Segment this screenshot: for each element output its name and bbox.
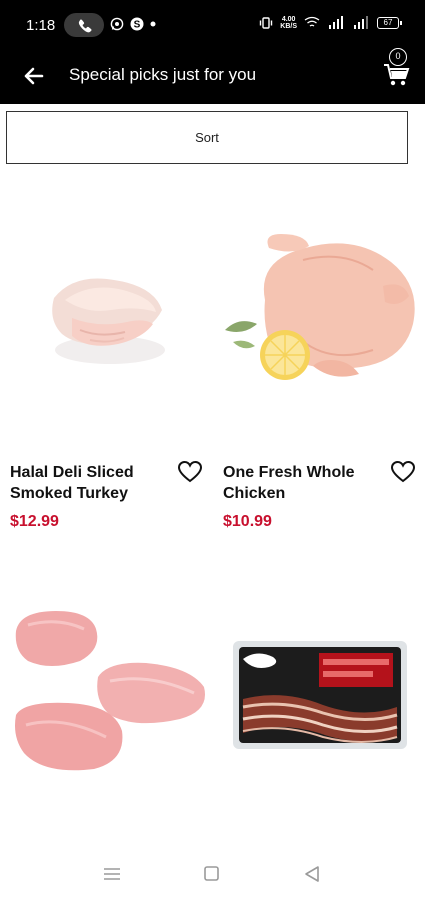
product-image-bacon-package[interactable] [223, 595, 423, 845]
sort-button[interactable]: Sort [6, 111, 408, 164]
arrow-left-icon [24, 67, 44, 85]
product-image-whole-chicken[interactable] [223, 190, 423, 440]
status-time: 1:18 [26, 17, 56, 34]
triangle-back-icon [305, 866, 319, 882]
skype-icon: S [130, 17, 144, 31]
product-name[interactable]: Halal Deli Sliced Smoked Turkey [10, 462, 170, 504]
square-icon [204, 866, 219, 881]
nav-back-button[interactable] [303, 865, 321, 888]
system-icons: 4.00 KB/S 67 [259, 16, 402, 30]
whatsapp-icon [110, 17, 124, 31]
vibrate-icon [260, 17, 273, 29]
heart-outline-icon [390, 460, 416, 483]
product-image-sliced-turkey[interactable] [10, 190, 210, 440]
wishlist-button[interactable] [177, 460, 203, 484]
wifi-volte-icon [304, 16, 320, 27]
product-name[interactable]: One Fresh Whole Chicken [223, 462, 383, 504]
wishlist-button[interactable] [390, 460, 416, 484]
app-bar: Special picks just for you 0 [0, 48, 425, 104]
nav-home-button[interactable] [203, 865, 221, 888]
ongoing-call-indicator[interactable] [64, 13, 104, 37]
product-price: $10.99 [223, 513, 272, 530]
cart-button[interactable]: 0 [377, 48, 417, 98]
cart-count-badge: 0 [389, 48, 407, 66]
svg-text:S: S [134, 20, 141, 31]
system-navigation-bar [0, 855, 425, 900]
product-price: $12.99 [10, 513, 59, 530]
battery-icon: 67 [377, 17, 402, 29]
back-button[interactable] [18, 60, 50, 92]
menu-icon [104, 868, 120, 880]
page-title: Special picks just for you [69, 65, 257, 84]
heart-outline-icon [177, 460, 203, 483]
nav-recents-button[interactable] [102, 865, 122, 888]
signal-icon-1 [329, 16, 343, 29]
signal-icon-2 [354, 16, 368, 29]
product-image-chicken-thighs[interactable] [10, 595, 210, 845]
network-speed: 4.00 KB/S [280, 16, 297, 30]
status-bar: 1:18 S 4.00 KB/S 67 [0, 0, 425, 48]
notification-icons: S [110, 17, 156, 31]
more-notifications-dot-icon [150, 21, 156, 27]
phone-icon [78, 19, 92, 33]
